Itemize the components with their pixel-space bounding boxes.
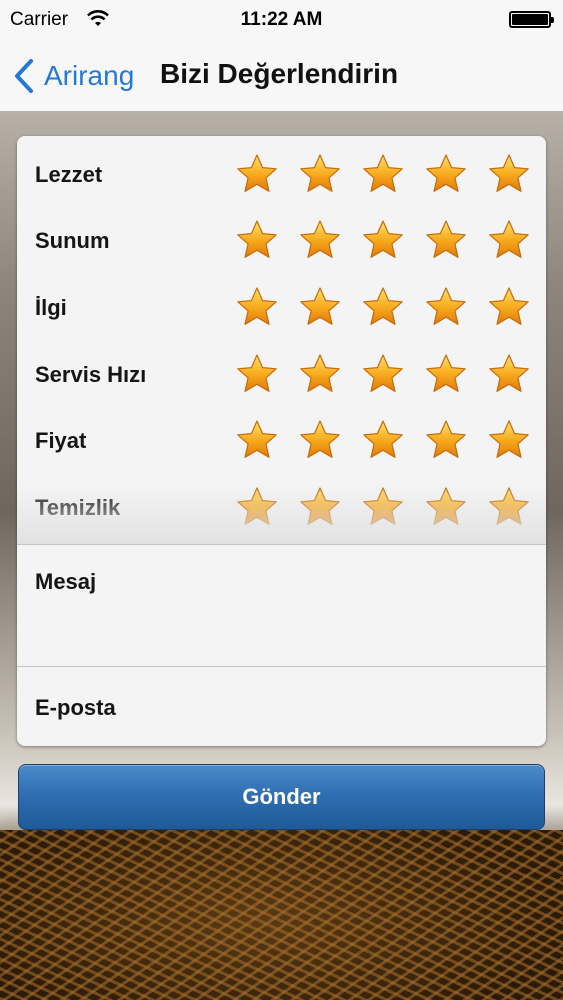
star-icon[interactable] (487, 485, 531, 529)
star-icon[interactable] (424, 418, 468, 462)
rating-label: Temizlik (35, 495, 121, 520)
rating-label: İlgi (35, 295, 67, 320)
star-icon[interactable] (487, 352, 531, 396)
star-icon[interactable] (298, 418, 342, 462)
rating-row: Sunum (17, 206, 546, 272)
star-icon[interactable] (235, 418, 279, 462)
email-label: E-posta (35, 695, 116, 720)
star-icon[interactable] (235, 152, 279, 196)
star-icon[interactable] (424, 485, 468, 529)
battery-icon (509, 11, 554, 28)
message-row: Mesaj (17, 545, 546, 665)
star-icon[interactable] (361, 218, 405, 262)
submit-button[interactable]: Gönder (18, 764, 545, 830)
status-bar: Carrier 11:22 AM (0, 0, 563, 40)
star-icon[interactable] (298, 152, 342, 196)
message-label: Mesaj (35, 569, 97, 594)
message-input[interactable] (167, 563, 530, 659)
star-icon[interactable] (298, 218, 342, 262)
rating-row: Lezzet (17, 140, 546, 206)
star-icon[interactable] (361, 285, 405, 329)
navigation-bar: Arirang Bizi Değerlendirin (0, 40, 563, 112)
star-icon[interactable] (424, 352, 468, 396)
star-icon[interactable] (361, 352, 405, 396)
star-icon[interactable] (487, 152, 531, 196)
ratings-section: Lezzet Sunum İlgi Servis Hızı Fiyat Temizlik (17, 136, 546, 544)
star-icon[interactable] (487, 285, 531, 329)
clock: 11:22 AM (240, 9, 323, 30)
star-icon[interactable] (235, 485, 279, 529)
star-icon[interactable] (487, 418, 531, 462)
star-icon[interactable] (487, 218, 531, 262)
star-icon[interactable] (361, 418, 405, 462)
star-icon[interactable] (235, 218, 279, 262)
star-icon[interactable] (235, 352, 279, 396)
star-icon[interactable] (424, 152, 468, 196)
star-icon[interactable] (235, 285, 279, 329)
star-icon[interactable] (424, 218, 468, 262)
back-button[interactable]: Arirang (12, 54, 134, 98)
star-icon[interactable] (361, 152, 405, 196)
rating-row: Fiyat (17, 406, 546, 472)
rating-label: Sunum (35, 228, 110, 253)
rating-row: Temizlik (17, 473, 546, 539)
star-icon[interactable] (361, 485, 405, 529)
star-icon[interactable] (298, 285, 342, 329)
email-row: E-posta (17, 667, 546, 746)
page-title: Bizi Değerlendirin (160, 58, 399, 89)
rating-label: Fiyat (35, 428, 87, 453)
email-input[interactable] (167, 689, 530, 723)
star-icon[interactable] (424, 285, 468, 329)
star-icon[interactable] (298, 352, 342, 396)
food-photo (0, 830, 563, 1000)
back-button-label: Arirang (44, 60, 135, 91)
rating-label: Lezzet (35, 162, 103, 187)
rating-form-card: Lezzet Sunum İlgi Servis Hızı Fiyat Temizlik … (17, 136, 546, 746)
star-icon[interactable] (298, 485, 342, 529)
rating-row: İlgi (17, 273, 546, 339)
rating-label: Servis Hızı (35, 362, 147, 387)
chevron-left-icon (15, 59, 33, 93)
rating-row: Servis Hızı (17, 340, 546, 406)
